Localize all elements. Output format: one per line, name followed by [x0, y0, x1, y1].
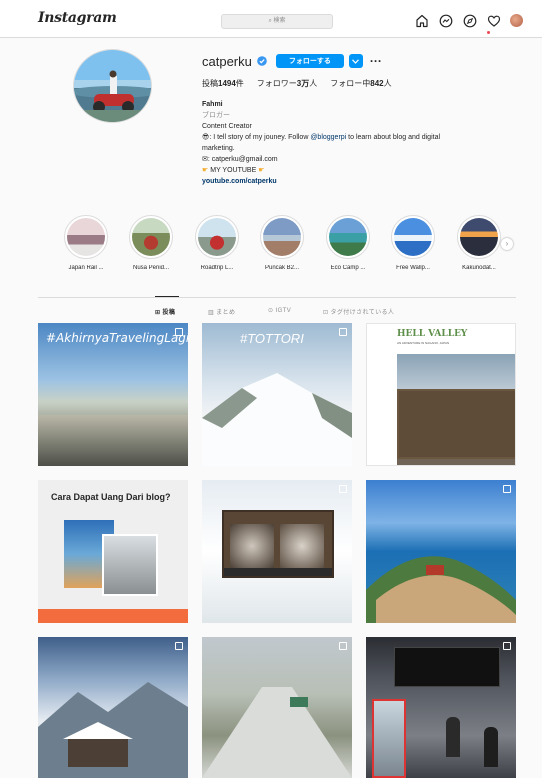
highlight-label: Japan Rail ...: [68, 265, 104, 271]
post-thumbnail[interactable]: #TOTTORI: [202, 323, 352, 466]
stat-followers[interactable]: フォロワー3万人: [257, 78, 317, 89]
highlight-label: Roadtrip L...: [200, 265, 234, 271]
tab-igtv[interactable]: ⊙ IGTV: [268, 307, 291, 314]
post-thumbnail[interactable]: [38, 637, 188, 778]
heart-icon[interactable]: [486, 13, 502, 29]
post-thumbnail[interactable]: [202, 637, 352, 778]
post-subtitle: AN ADVENTURE IN NAGANO, JAPAN: [397, 341, 450, 345]
post-thumbnail[interactable]: [202, 480, 352, 623]
bio-line: Content Creator: [202, 123, 252, 130]
stat-following[interactable]: フォロー中842人: [330, 78, 391, 89]
highlight-item[interactable]: Nusa Penid...: [121, 215, 181, 271]
tab-posts[interactable]: ⊞ 投稿: [155, 307, 175, 316]
highlight-thumb: [67, 218, 105, 256]
home-icon[interactable]: [414, 13, 430, 29]
tabs-divider: [38, 297, 516, 298]
username: catperku: [202, 53, 252, 69]
highlight-item[interactable]: Puncak B2...: [252, 215, 312, 271]
highlight-thumb: [460, 218, 498, 256]
highlight-thumb: [263, 218, 301, 256]
post-thumbnail[interactable]: Cara Dapat Uang Dari blog?: [38, 480, 188, 623]
bio-line: 😎: I tell story of my jouney. Follow @bl…: [202, 134, 441, 141]
highlight-thumb: [329, 218, 367, 256]
highlight-item[interactable]: Eco Camp ...: [318, 215, 378, 271]
highlight-label: Free Wallp...: [396, 265, 430, 271]
post-title: Cara Dapat Uang Dari blog?: [51, 492, 171, 502]
highlight-item[interactable]: Roadtrip L...: [187, 215, 247, 271]
verified-badge-icon: [257, 56, 267, 66]
highlight-thumb: [394, 218, 432, 256]
highlight-label: Puncak B2...: [264, 265, 300, 271]
tab-active-indicator: [155, 296, 179, 297]
multi-post-icon: [175, 328, 183, 336]
stat-posts[interactable]: 投稿1494件: [202, 78, 244, 89]
highlight-item[interactable]: Japan Rail ...: [56, 215, 116, 271]
more-options-icon[interactable]: ···: [370, 54, 382, 68]
post-caption: #TOTTORI: [240, 331, 304, 346]
post-thumbnail[interactable]: [366, 480, 516, 623]
highlight-item[interactable]: Kakunodat...: [449, 215, 509, 271]
tab-guides[interactable]: ▥ まとめ: [208, 307, 235, 316]
post-thumbnail[interactable]: HELL VALLEY AN ADVENTURE IN NAGANO, JAPA…: [366, 323, 516, 466]
tag-person-icon: ⊡: [323, 310, 331, 316]
bio-category: ブロガー: [202, 112, 230, 119]
top-nav: Instagram ⌕ 検索: [0, 0, 542, 38]
post-thumbnail[interactable]: #AkhirnyaTravelingLagi: [38, 323, 188, 466]
chevron-down-icon: [352, 58, 360, 64]
bio-mention-link[interactable]: @bloggerpi: [310, 134, 346, 141]
avatar[interactable]: [510, 14, 523, 27]
highlights-next-arrow-icon[interactable]: ›: [501, 238, 513, 250]
profile-picture[interactable]: [73, 49, 152, 123]
search-input[interactable]: ⌕ 検索: [221, 14, 333, 29]
profile-header: catperku フォローする ···: [202, 52, 382, 70]
nav-icons: [414, 13, 523, 29]
explore-icon[interactable]: [462, 13, 478, 29]
messenger-icon[interactable]: [438, 13, 454, 29]
igtv-icon: ⊙: [268, 308, 276, 314]
multi-post-icon: [339, 642, 347, 650]
bio-website-link[interactable]: youtube.com/catperku: [202, 176, 502, 187]
post-thumbnail[interactable]: [366, 637, 516, 778]
suggestions-dropdown-button[interactable]: [348, 54, 363, 68]
story-highlights: Japan Rail ... Nusa Penid... Roadtrip L.…: [56, 215, 516, 273]
profile-photo: [74, 50, 151, 122]
bio-line: ✉: catperku@gmail.com: [202, 156, 278, 163]
post-caption: #AkhirnyaTravelingLagi: [46, 331, 188, 345]
grid-icon: ⊞: [155, 310, 163, 316]
bio-name: Fahmi: [202, 101, 223, 108]
tab-tagged[interactable]: ⊡ タグ付けされている人: [323, 307, 394, 316]
search-placeholder: 検索: [273, 18, 286, 24]
bio-line: ☛ MY YOUTUBE ☛: [202, 167, 265, 174]
highlight-thumb: [132, 218, 170, 256]
pointing-hand-icon: ☛: [258, 167, 265, 174]
post-title: HELL VALLEY: [397, 329, 468, 339]
pointing-hand-icon: ☛: [202, 167, 209, 174]
multi-post-icon: [339, 328, 347, 336]
instagram-logo[interactable]: Instagram: [38, 10, 117, 26]
multi-post-icon: [503, 485, 511, 493]
guide-icon: ▥: [208, 310, 217, 316]
highlight-label: Kakunodat...: [462, 265, 496, 271]
highlight-label: Eco Camp ...: [330, 265, 366, 271]
multi-post-icon: [175, 642, 183, 650]
highlight-label: Nusa Penid...: [132, 265, 170, 271]
notification-dot: [487, 31, 490, 34]
bio-line: marketing.: [202, 145, 235, 152]
highlight-thumb: [198, 218, 236, 256]
multi-post-icon: [339, 485, 347, 493]
highlight-item[interactable]: Free Wallp...: [383, 215, 443, 271]
multi-post-icon: [503, 642, 511, 650]
profile-bio: Fahmi ブロガー Content Creator 😎: I tell sto…: [202, 99, 502, 187]
follow-button[interactable]: フォローする: [275, 54, 344, 68]
profile-stats: 投稿1494件 フォロワー3万人 フォロー中842人: [202, 78, 392, 89]
